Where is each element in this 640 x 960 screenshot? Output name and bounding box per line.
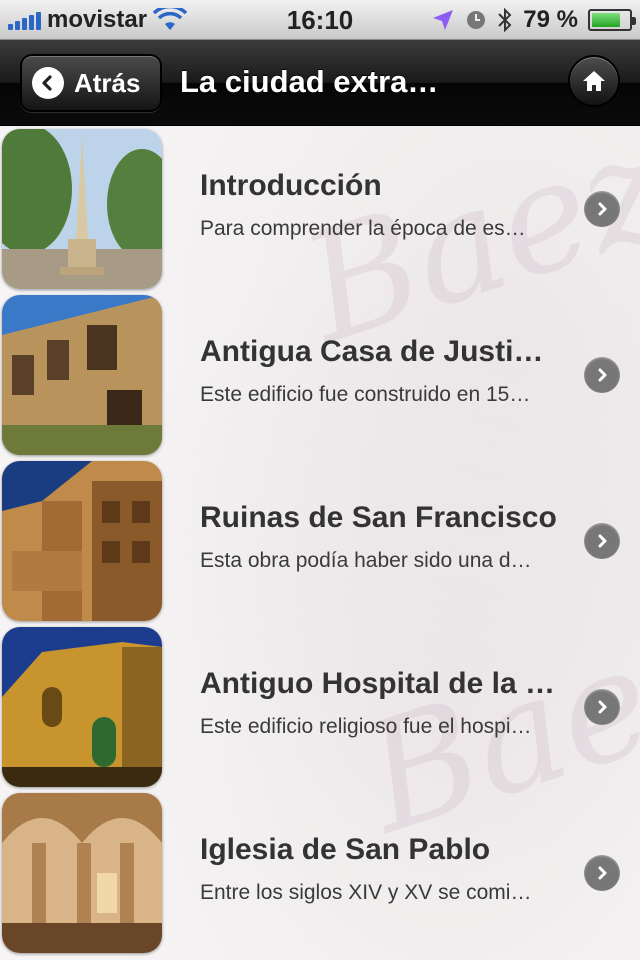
item-title: Antiguo Hospital de la …: [200, 667, 556, 700]
home-button[interactable]: [568, 55, 620, 107]
item-title: Ruinas de San Francisco: [200, 501, 557, 534]
item-subtitle: Esta obra podía haber sido una d…: [200, 549, 532, 572]
list-item-antigua-casa-justicia[interactable]: Antigua Casa de Justi… Este edificio fue…: [0, 293, 640, 459]
chevron-right-icon[interactable]: [584, 357, 620, 393]
home-icon: [583, 71, 605, 91]
content-list: Baeza Baeza Introducción Para comprender…: [0, 127, 640, 960]
chevron-right-icon[interactable]: [584, 191, 620, 227]
list-item-iglesia-san-pablo[interactable]: Iglesia de San Pablo Entre los siglos XI…: [0, 791, 640, 957]
page-title: La ciudad extra…: [180, 64, 439, 99]
chevron-right-icon[interactable]: [584, 523, 620, 559]
battery-percentage: 79 %: [523, 6, 578, 33]
chevron-right-icon[interactable]: [584, 689, 620, 725]
alarm-clock-icon: [467, 11, 486, 29]
bluetooth-icon: [498, 7, 512, 33]
list-item-antiguo-hospital[interactable]: Antiguo Hospital de la … Este edificio r…: [0, 625, 640, 791]
thumbnail-image: [2, 295, 162, 455]
item-subtitle: Este edificio fue construido en 15…: [200, 383, 531, 406]
thumbnail-image: [2, 627, 162, 787]
item-subtitle: Para comprender la época de es…: [200, 217, 526, 240]
item-subtitle: Este edificio religioso fue el hospi…: [200, 715, 532, 738]
status-bar: movistar 16:10 79 %: [0, 0, 640, 40]
list-item-introduccion[interactable]: Introducción Para comprender la época de…: [0, 127, 640, 293]
location-arrow-icon: [433, 10, 454, 30]
list-item-ruinas-san-francisco[interactable]: Ruinas de San Francisco Esta obra podía …: [0, 459, 640, 625]
item-title: Introducción: [200, 169, 382, 202]
thumbnail-image: [2, 793, 162, 953]
item-subtitle: Entre los siglos XIV y XV se comi…: [200, 881, 532, 904]
back-arrow-icon: [32, 67, 64, 99]
back-button[interactable]: Atrás: [20, 54, 162, 112]
chevron-right-icon[interactable]: [584, 855, 620, 891]
battery-icon: [588, 9, 636, 31]
item-title: Antigua Casa de Justi…: [200, 335, 544, 368]
back-button-label: Atrás: [74, 67, 141, 98]
thumbnail-image: [2, 129, 162, 289]
navigation-bar: Atrás La ciudad extra…: [0, 40, 640, 126]
thumbnail-image: [2, 461, 162, 621]
item-title: Iglesia de San Pablo: [200, 833, 491, 866]
